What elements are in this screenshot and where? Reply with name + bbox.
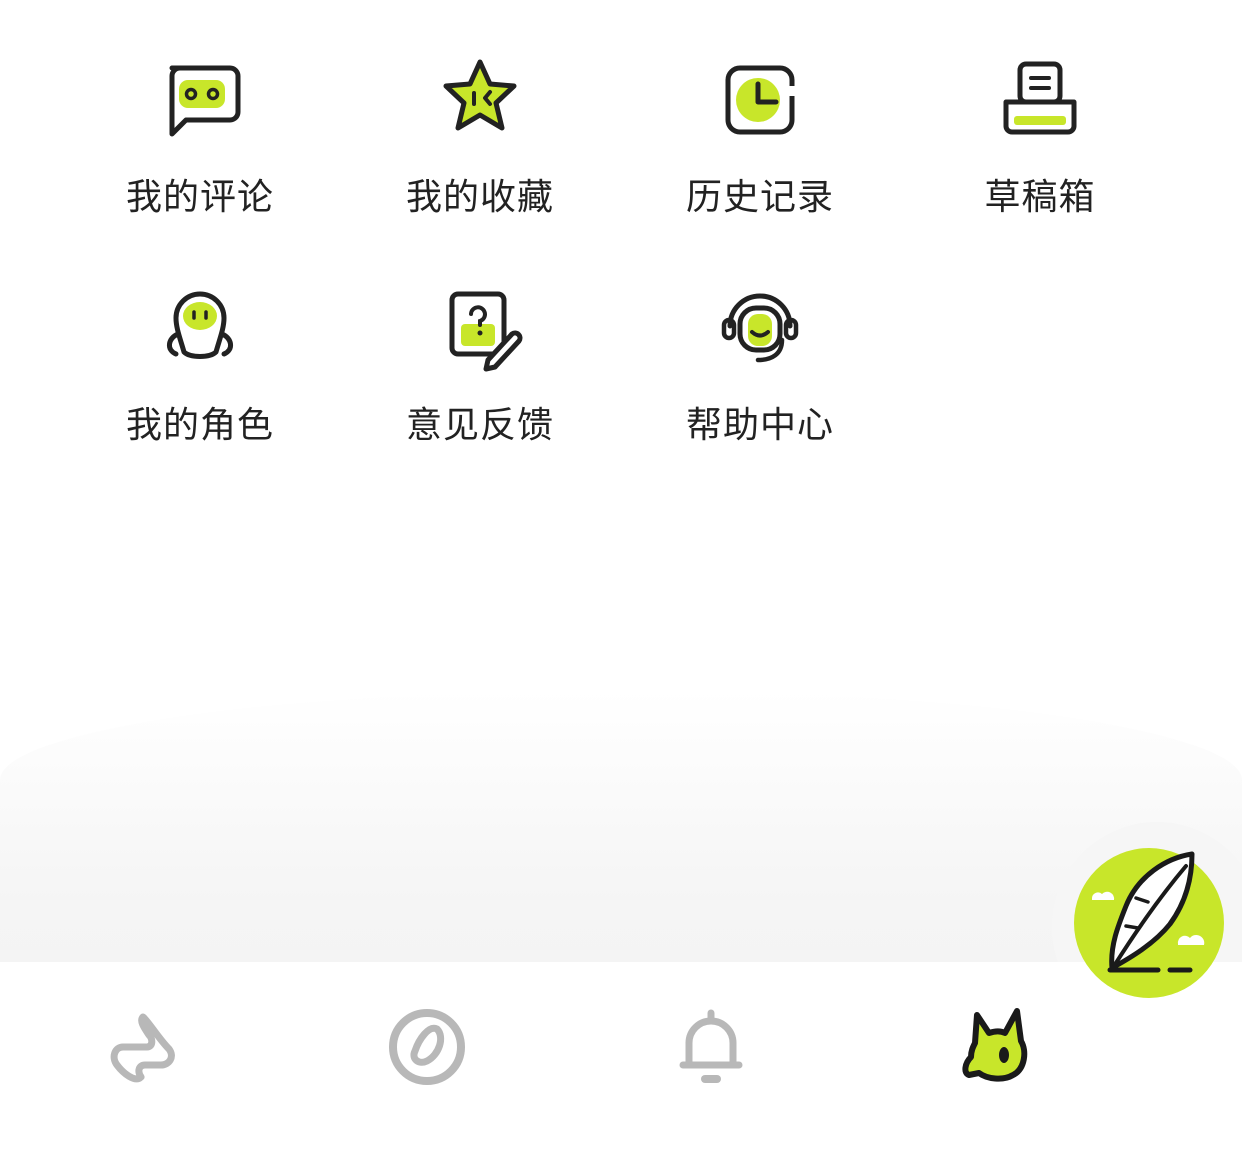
home-icon xyxy=(110,1013,175,1083)
tab-home[interactable] xyxy=(86,992,196,1102)
menu-item-my-comments[interactable]: 我的评论 xyxy=(60,40,340,230)
menu-label: 我的评论 xyxy=(125,177,274,218)
menu-label: 意见反馈 xyxy=(405,405,554,446)
menu-label: 草稿箱 xyxy=(984,177,1096,218)
menu-grid: 我的评论 我的收藏 历史记录 草稿箱 我的角色 意见反馈 帮助中心 xyxy=(60,40,1182,458)
chat-bubble-face-icon xyxy=(169,65,241,137)
compose-button[interactable] xyxy=(1074,848,1224,998)
tab-discover[interactable] xyxy=(372,992,482,1102)
headset-support-icon xyxy=(721,293,799,363)
menu-item-my-favorites[interactable]: 我的收藏 xyxy=(340,40,620,230)
menu-label: 帮助中心 xyxy=(685,405,834,446)
menu-label: 我的角色 xyxy=(125,405,274,446)
star-face-icon xyxy=(443,59,517,131)
tab-profile[interactable] xyxy=(940,992,1050,1102)
menu-item-help-center[interactable]: 帮助中心 xyxy=(620,268,900,458)
menu-item-drafts[interactable]: 草稿箱 xyxy=(900,40,1180,230)
menu-label: 历史记录 xyxy=(685,177,834,218)
menu-item-my-characters[interactable]: 我的角色 xyxy=(60,268,340,458)
compass-icon xyxy=(389,1009,465,1085)
feather-quill-icon xyxy=(1074,848,1224,998)
menu-label: 我的收藏 xyxy=(405,177,554,218)
bell-icon xyxy=(679,1009,743,1083)
menu-item-feedback[interactable]: 意见反馈 xyxy=(340,268,620,458)
menu-item-history[interactable]: 历史记录 xyxy=(620,40,900,230)
bottom-tab-bar xyxy=(0,962,1242,1152)
draft-tray-icon xyxy=(1003,61,1077,135)
profile-creature-icon xyxy=(962,1008,1028,1082)
feedback-question-pen-icon xyxy=(449,291,523,372)
tab-notifications[interactable] xyxy=(656,992,766,1102)
character-icon xyxy=(167,291,233,359)
clock-icon xyxy=(725,65,796,135)
